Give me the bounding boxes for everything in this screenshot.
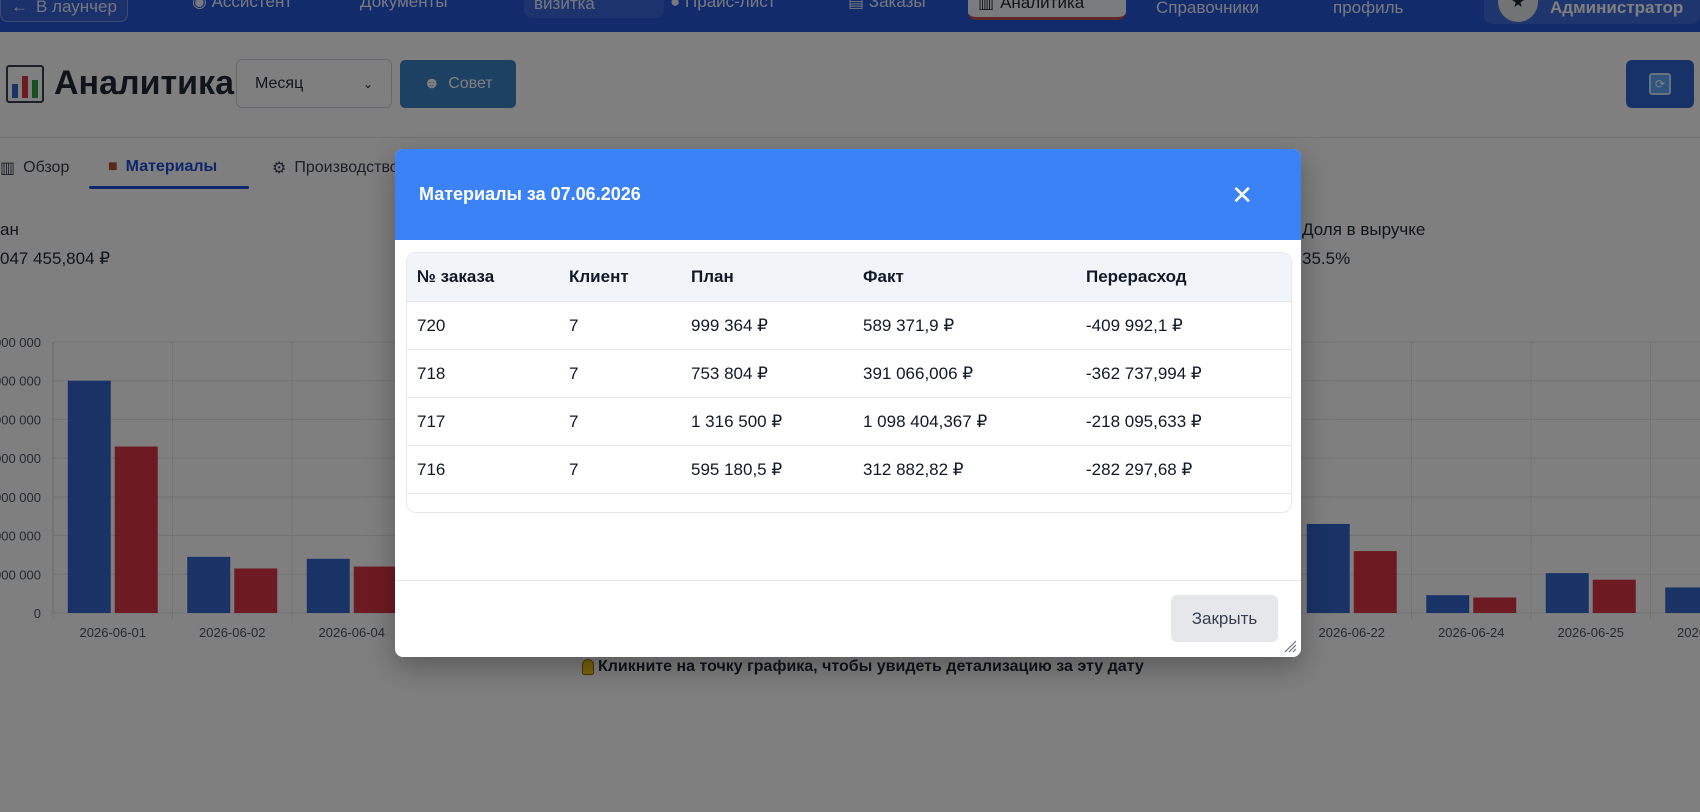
close-button[interactable]: Закрыть [1171, 595, 1278, 642]
column-header-fact[interactable]: Факт [853, 253, 1076, 302]
materials-modal: Материалы за 07.06.2026 ✕ № заказа Клиен… [395, 149, 1301, 657]
cell-overrun: -409 992,1 ₽ [1076, 301, 1291, 350]
modal-title: Материалы за 07.06.2026 [419, 184, 641, 204]
table-row-empty [407, 493, 1291, 512]
column-header-plan[interactable]: План [681, 253, 853, 302]
cell-plan: 595 180,5 ₽ [681, 445, 853, 494]
cell-plan: 1 316 500 ₽ [681, 397, 853, 446]
modal-footer-divider [395, 580, 1301, 581]
close-icon[interactable]: ✕ [1231, 182, 1253, 208]
cell-fact: 589 371,9 ₽ [853, 301, 1076, 350]
column-header-overrun[interactable]: Перерасход [1076, 253, 1291, 302]
cell-overrun: -362 737,994 ₽ [1076, 349, 1291, 398]
table-row[interactable]: 720 7 999 364 ₽ 589 371,9 ₽ -409 992,1 ₽ [407, 301, 1291, 350]
cell-client: 7 [559, 301, 681, 350]
orders-table: № заказа Клиент План Факт Перерасход 720… [407, 253, 1291, 512]
table-header-row: № заказа Клиент План Факт Перерасход [407, 253, 1291, 302]
cell-overrun: -218 095,633 ₽ [1076, 397, 1291, 446]
cell-order: 720 [407, 301, 559, 350]
cell-order: 716 [407, 445, 559, 494]
cell-fact: 391 066,006 ₽ [853, 349, 1076, 398]
cell-plan: 753 804 ₽ [681, 349, 853, 398]
table-row[interactable]: 718 7 753 804 ₽ 391 066,006 ₽ -362 737,9… [407, 349, 1291, 398]
cell-fact: 1 098 404,367 ₽ [853, 397, 1076, 446]
table-row[interactable]: 716 7 595 180,5 ₽ 312 882,82 ₽ -282 297,… [407, 445, 1291, 494]
column-header-order[interactable]: № заказа [407, 253, 559, 302]
column-header-client[interactable]: Клиент [559, 253, 681, 302]
orders-table-container: № заказа Клиент План Факт Перерасход 720… [406, 252, 1292, 513]
cell-client: 7 [559, 397, 681, 446]
cell-client: 7 [559, 349, 681, 398]
cell-order: 718 [407, 349, 559, 398]
cell-order: 717 [407, 397, 559, 446]
resize-grip-icon[interactable] [1283, 639, 1297, 653]
cell-overrun: -282 297,68 ₽ [1076, 445, 1291, 494]
modal-header: Материалы за 07.06.2026 ✕ [395, 149, 1301, 240]
cell-fact: 312 882,82 ₽ [853, 445, 1076, 494]
cell-plan: 999 364 ₽ [681, 301, 853, 350]
table-row[interactable]: 717 7 1 316 500 ₽ 1 098 404,367 ₽ -218 0… [407, 397, 1291, 446]
cell-client: 7 [559, 445, 681, 494]
